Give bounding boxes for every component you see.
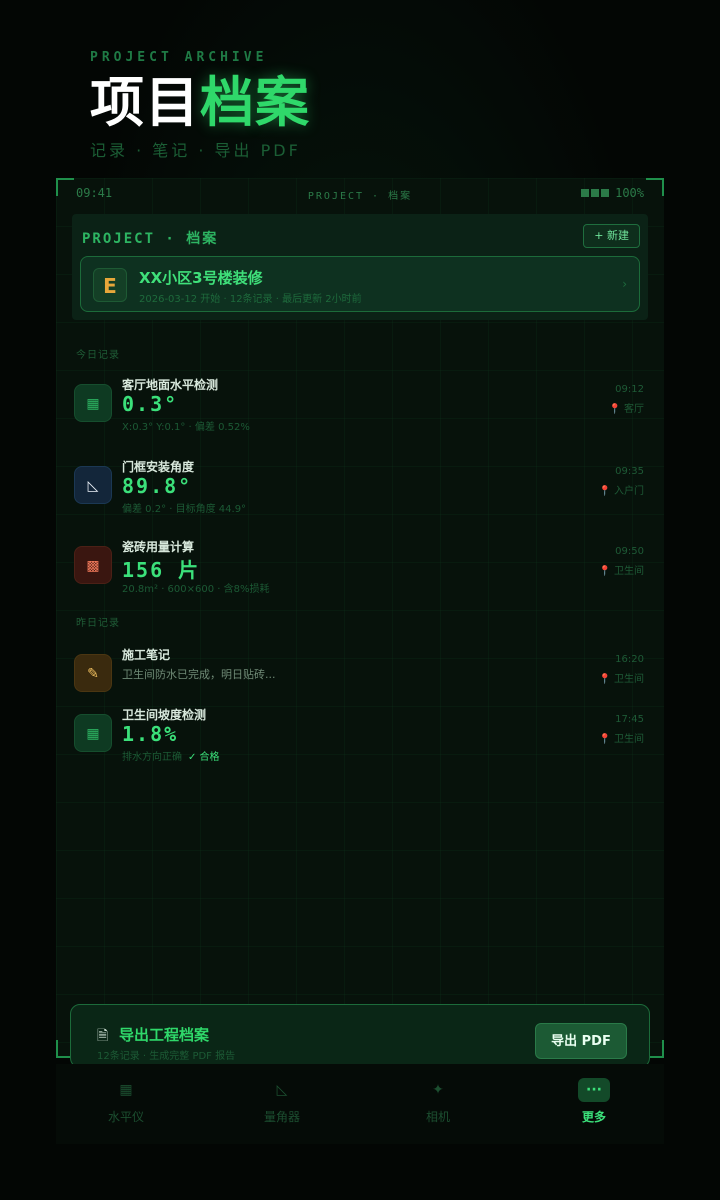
header-eyebrow: PROJECT ARCHIVE (90, 50, 268, 65)
nav-label: 更多 (581, 1110, 606, 1124)
document-icon: 🗎 (97, 1028, 109, 1044)
record-sub-text: 排水方向正确 (122, 752, 182, 763)
status-bar: 09:41 PROJECT · 档案 100% (76, 186, 644, 202)
record-time: 09:50 (615, 546, 644, 557)
export-pdf-button[interactable]: 导出 PDF (535, 1023, 627, 1059)
record-item[interactable]: ◺ 门框安装角度 89.8° 偏差 0.2° · 目标角度 44.9° 09:3… (72, 458, 648, 520)
nav-label: 水平仪 (107, 1110, 144, 1124)
section-yesterday-label: 昨日记录 (76, 618, 120, 629)
record-location-text: 卫生间 (614, 566, 644, 577)
section-today-label: 今日记录 (76, 350, 120, 361)
record-item[interactable]: ▦ 客厅地面水平检测 0.3° X:0.3° Y:0.1° · 偏差 0.52%… (72, 376, 648, 438)
record-sub: X:0.3° Y:0.1° · 偏差 0.52% (122, 422, 250, 433)
record-location: 📍 卫生间 (599, 562, 644, 577)
header-subtitle: 记录 · 笔记 · 导出 PDF (90, 141, 301, 160)
protractor-icon: ◺ (74, 466, 112, 504)
record-title: 门框安装角度 (122, 460, 195, 474)
project-meta: 2026-03-12 开始 · 12条记录 · 最后更新 2小时前 (139, 294, 362, 305)
frame-corner (646, 178, 664, 196)
level-icon: ▦ (74, 384, 112, 422)
record-item[interactable]: ▦ 卫生间坡度检测 1.8% 排水方向正确 ✓ 合格 17:45 📍 卫生间 (72, 706, 648, 768)
frame-corner (56, 178, 74, 196)
pin-icon: 📍 (598, 674, 611, 685)
record-note: 卫生间防水已完成，明日贴砖... (122, 668, 276, 681)
record-value: 89.8° (122, 474, 193, 498)
page-header: PROJECT ARCHIVE 项目档案 记录 · 笔记 · 导出 PDF (90, 50, 310, 161)
record-sub: 20.8m² · 600×600 · 含8%损耗 (122, 584, 270, 595)
record-sub: 偏差 0.2° · 目标角度 44.9° (122, 504, 247, 515)
status-badge: ✓ 合格 (188, 752, 220, 763)
project-card[interactable]: E XX小区3号楼装修 2026-03-12 开始 · 12条记录 · 最后更新… (80, 256, 640, 312)
camera-icon: ✦ (432, 1082, 444, 1098)
level-icon: ▦ (119, 1082, 133, 1098)
panel-label: PROJECT · 档案 (82, 231, 219, 247)
title-part-white: 项目 (90, 71, 200, 134)
battery-percent: 100% (615, 186, 644, 200)
nav-item-more[interactable]: ··· 更多 (544, 1078, 644, 1125)
record-value: 1.8% (122, 722, 179, 746)
new-project-button[interactable]: + 新建 (583, 224, 640, 248)
export-card: 🗎 导出工程档案 12条记录 · 生成完整 PDF 报告 导出 PDF (70, 1004, 650, 1068)
status-center-label: PROJECT · 档案 (307, 191, 413, 202)
record-value: 156 片 (122, 558, 201, 582)
record-title: 卫生间坡度检测 (122, 708, 207, 722)
record-location: 📍 卫生间 (599, 670, 644, 685)
nav-label: 相机 (425, 1110, 450, 1124)
record-time: 09:35 (615, 466, 644, 477)
protractor-icon: ◺ (276, 1082, 288, 1098)
project-name: XX小区3号楼装修 (139, 269, 263, 287)
slope-icon: ▦ (74, 714, 112, 752)
battery-indicator: 100% (581, 186, 644, 200)
record-location: 📍 卫生间 (599, 730, 644, 745)
record-title: 施工笔记 (122, 648, 171, 662)
export-title: 导出工程档案 (119, 1026, 210, 1044)
note-icon: ✎ (74, 654, 112, 692)
nav-label: 量角器 (263, 1110, 300, 1124)
nav-item-protractor[interactable]: ◺ 量角器 (232, 1078, 332, 1125)
tile-icon: ▩ (74, 546, 112, 584)
more-icon: ··· (578, 1078, 610, 1102)
signal-icon (581, 186, 611, 200)
record-location-text: 卫生间 (614, 734, 644, 745)
pin-icon: 📍 (608, 404, 621, 415)
record-time: 17:45 (615, 714, 644, 725)
record-value: 0.3° (122, 392, 179, 416)
project-icon: E (93, 268, 127, 302)
record-title: 瓷砖用量计算 (122, 540, 195, 554)
record-sub: 排水方向正确 ✓ 合格 (122, 748, 220, 763)
record-item[interactable]: ▩ 瓷砖用量计算 156 片 20.8m² · 600×600 · 含8%损耗 … (72, 538, 648, 600)
record-location: 📍 客厅 (609, 400, 644, 415)
record-location: 📍 入户门 (599, 482, 644, 497)
title-part-green: 档案 (200, 71, 310, 134)
pin-icon: 📍 (598, 566, 611, 577)
pin-icon: 📍 (598, 486, 611, 497)
page-title: 项目档案 (90, 73, 310, 133)
chevron-right-icon: › (622, 277, 627, 291)
project-panel: PROJECT · 档案 + 新建 E XX小区3号楼装修 2026-03-12… (72, 214, 648, 320)
record-item[interactable]: ✎ 施工笔记 卫生间防水已完成，明日贴砖... 16:20 📍 卫生间 (72, 646, 648, 708)
export-sub: 12条记录 · 生成完整 PDF 报告 (97, 1051, 236, 1062)
pin-icon: 📍 (598, 734, 611, 745)
record-time: 09:12 (615, 384, 644, 395)
record-location-text: 入户门 (614, 486, 644, 497)
nav-item-camera[interactable]: ✦ 相机 (388, 1078, 488, 1125)
record-location-text: 客厅 (624, 404, 644, 415)
record-location-text: 卫生间 (614, 674, 644, 685)
record-time: 16:20 (615, 654, 644, 665)
nav-item-level[interactable]: ▦ 水平仪 (76, 1078, 176, 1125)
record-title: 客厅地面水平检测 (122, 378, 219, 392)
bottom-nav: ▦ 水平仪 ◺ 量角器 ✦ 相机 ··· 更多 (56, 1064, 664, 1144)
